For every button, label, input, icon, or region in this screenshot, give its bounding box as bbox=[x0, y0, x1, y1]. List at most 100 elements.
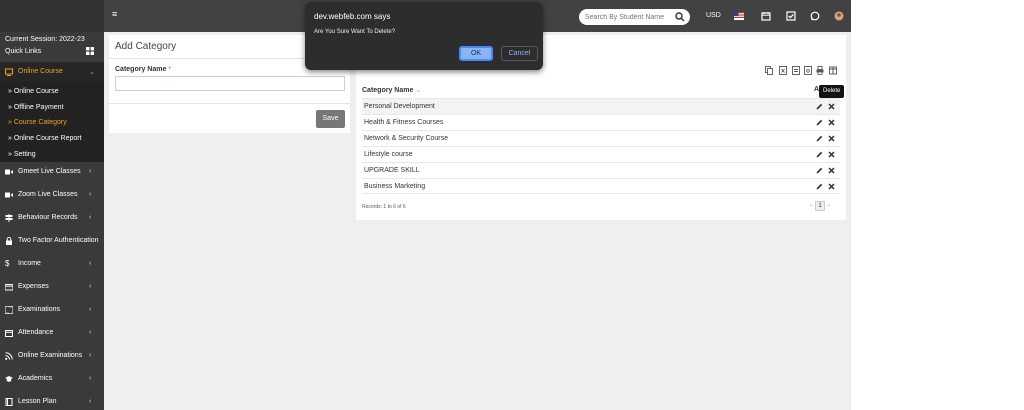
prev-page-icon[interactable]: ‹ bbox=[810, 203, 812, 209]
quick-links[interactable]: Quick Links bbox=[5, 48, 41, 55]
sidebar-item-label: Attendance bbox=[18, 329, 54, 336]
chevron-left-icon: ‹ bbox=[89, 168, 92, 175]
copy-icon[interactable] bbox=[765, 66, 773, 75]
student-search-input[interactable] bbox=[585, 12, 665, 22]
required-mark: * bbox=[168, 66, 172, 73]
table-row: Network & Security Course bbox=[362, 130, 840, 146]
credit-card-icon bbox=[5, 284, 13, 291]
us-flag-icon[interactable] bbox=[734, 11, 744, 21]
student-search bbox=[579, 9, 690, 25]
sidebar-item-label: Zoom Live Classes bbox=[18, 191, 78, 198]
sidebar-item-label: Academics bbox=[18, 375, 53, 382]
submenu-item-online-course-report[interactable]: » Online Course Report bbox=[8, 135, 82, 142]
current-session: Current Session: 2022-23 bbox=[5, 36, 85, 43]
records-count: Records: 1 to 6 of 6 bbox=[362, 204, 406, 210]
whatsapp-icon[interactable] bbox=[810, 11, 820, 21]
calendar-icon bbox=[5, 330, 13, 337]
user-avatar-icon[interactable] bbox=[834, 11, 844, 21]
book-icon bbox=[5, 398, 13, 406]
sidebar-item-gmeet-live-classes[interactable]: Gmeet Live Classes ‹ bbox=[0, 162, 104, 182]
cancel-button[interactable]: Cancel bbox=[501, 46, 538, 61]
edit-pencil-icon[interactable] bbox=[816, 151, 823, 158]
delete-x-icon[interactable] bbox=[828, 135, 835, 142]
sidebar-item-label: Online Course bbox=[18, 68, 63, 75]
chevron-left-icon: ‹ bbox=[89, 283, 92, 290]
sidebar-item-zoom-live-classes[interactable]: Zoom Live Classes ‹ bbox=[0, 185, 104, 205]
sidebar-item-online-course[interactable]: Online Course ⌄ bbox=[0, 62, 104, 82]
grid-icon[interactable] bbox=[86, 47, 94, 55]
category-name-input[interactable] bbox=[115, 76, 345, 91]
chevron-left-icon: ‹ bbox=[89, 398, 92, 405]
currency-selector[interactable]: USD bbox=[706, 12, 721, 19]
csv-icon[interactable] bbox=[792, 66, 800, 75]
video-icon bbox=[5, 169, 13, 175]
sidebar-item-expenses[interactable]: Expenses ‹ bbox=[0, 277, 104, 297]
divider bbox=[109, 103, 350, 104]
edit-pencil-icon[interactable] bbox=[816, 135, 823, 142]
delete-x-icon[interactable] bbox=[828, 151, 835, 158]
sidebar-item-academics[interactable]: Academics ‹ bbox=[0, 369, 104, 389]
delete-x-icon[interactable] bbox=[828, 183, 835, 190]
sidebar-item-attendance[interactable]: Attendance ‹ bbox=[0, 323, 104, 343]
submenu-item-offline-payment[interactable]: » Offline Payment bbox=[8, 104, 64, 111]
lock-icon bbox=[6, 237, 12, 245]
table-row: Lifestyle course bbox=[362, 146, 840, 162]
edit-pencil-icon[interactable] bbox=[816, 119, 823, 126]
print-icon[interactable] bbox=[816, 66, 824, 75]
category-name-cell: Health & Fitness Courses bbox=[364, 119, 444, 126]
task-check-icon[interactable] bbox=[786, 11, 796, 21]
page-number[interactable]: 1 bbox=[815, 201, 825, 211]
submenu-item-setting[interactable]: » Setting bbox=[8, 151, 36, 158]
columns-icon[interactable] bbox=[829, 66, 837, 75]
sort-icon: ⌄ bbox=[415, 87, 422, 94]
sidebar-item-label: Behaviour Records bbox=[18, 214, 78, 221]
chevron-left-icon: ‹ bbox=[89, 306, 92, 313]
confirm-dialog: dev.webfeb.com says Are You Sure Want To… bbox=[305, 2, 543, 70]
submenu-item-online-course[interactable]: » Online Course bbox=[8, 88, 59, 95]
pdf-icon[interactable] bbox=[804, 66, 812, 75]
save-button[interactable]: Save bbox=[316, 110, 345, 128]
sidebar-item-label: Income bbox=[18, 260, 41, 267]
sidebar-item-online-examinations[interactable]: Online Examinations ‹ bbox=[0, 346, 104, 366]
sidebar-item-label: Gmeet Live Classes bbox=[18, 168, 81, 175]
sidebar-item-label: Online Examinations bbox=[18, 352, 83, 359]
chevron-down-icon: ⌄ bbox=[89, 69, 95, 76]
submenu-item-course-category[interactable]: » Course Category bbox=[8, 119, 67, 126]
edit-pencil-icon[interactable] bbox=[816, 183, 823, 190]
sidebar-item-behaviour-records[interactable]: Behaviour Records ‹ bbox=[0, 208, 104, 228]
delete-x-icon[interactable] bbox=[828, 119, 835, 126]
sidebar-item-income[interactable]: $ Income ‹ bbox=[0, 254, 104, 274]
delete-x-icon[interactable] bbox=[828, 167, 835, 174]
delete-tooltip: Delete bbox=[819, 85, 845, 98]
calendar-icon[interactable] bbox=[761, 11, 771, 21]
chevron-left-icon: ‹ bbox=[89, 191, 92, 198]
delete-x-icon[interactable] bbox=[828, 103, 835, 110]
dialog-title: dev.webfeb.com says bbox=[314, 12, 391, 21]
dialog-message: Are You Sure Want To Delete? bbox=[314, 29, 396, 35]
edit-pencil-icon[interactable] bbox=[816, 167, 823, 174]
logo-area bbox=[0, 0, 104, 32]
table-row: Health & Fitness Courses bbox=[362, 114, 840, 130]
search-icon[interactable] bbox=[675, 12, 685, 22]
category-name-cell: Network & Security Course bbox=[364, 135, 449, 142]
map-icon bbox=[5, 306, 13, 314]
sidebar-item-label: Two Factor Authentication bbox=[18, 237, 99, 244]
rss-icon bbox=[5, 352, 13, 360]
chevron-left-icon: ‹ bbox=[89, 214, 92, 221]
sidebar-item-label: Examinations bbox=[18, 306, 61, 313]
table-row: Business Marketing bbox=[362, 178, 840, 194]
field-label-text: Category Name bbox=[115, 66, 167, 73]
column-header-category-name[interactable]: Category Name ⌄ bbox=[362, 86, 421, 94]
sidebar-item-examinations[interactable]: Examinations ‹ bbox=[0, 300, 104, 320]
submenu: » Online Course » Offline Payment » Cour… bbox=[0, 82, 104, 162]
sidebar-item-two-factor-authentication[interactable]: Two Factor Authentication bbox=[0, 231, 104, 251]
pagination: ‹ 1 › bbox=[810, 201, 830, 211]
chevron-left-icon: ‹ bbox=[89, 260, 92, 267]
edit-pencil-icon[interactable] bbox=[816, 103, 823, 110]
menu-toggle-icon[interactable]: ≡ bbox=[112, 10, 119, 19]
sidebar-item-lesson-plan[interactable]: Lesson Plan ‹ bbox=[0, 392, 104, 410]
next-page-icon[interactable]: › bbox=[828, 203, 830, 209]
category-name-label: Category Name * bbox=[115, 66, 171, 73]
excel-icon[interactable] bbox=[779, 66, 787, 75]
ok-button[interactable]: OK bbox=[459, 46, 493, 61]
